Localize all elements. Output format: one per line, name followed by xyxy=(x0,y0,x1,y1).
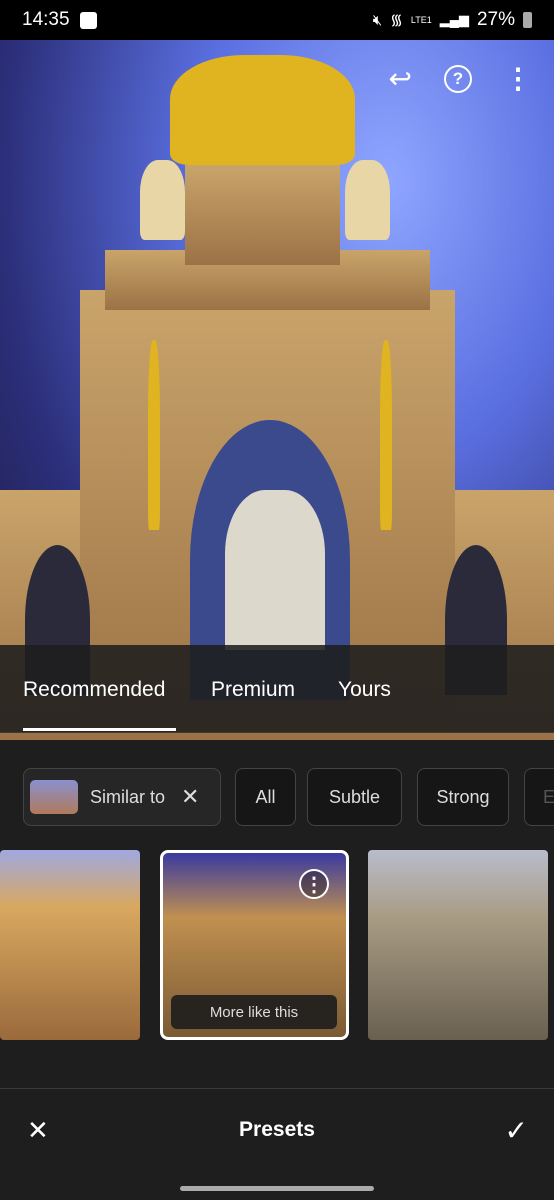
preset-thumbnail[interactable] xyxy=(0,850,140,1040)
status-time: 14:35 xyxy=(22,9,70,30)
active-tab-indicator xyxy=(23,728,176,731)
battery-icon xyxy=(523,12,532,28)
wifi-icon: ᯾ xyxy=(390,12,403,29)
status-bar: 14:35 🔇︎ ᯾ LTE1 ▂▄▆ 27% xyxy=(0,0,554,40)
chip-all[interactable]: All xyxy=(235,768,296,826)
more-options-icon[interactable]: ⋮ xyxy=(299,869,329,899)
similar-label: Similar to xyxy=(90,786,166,807)
close-icon[interactable]: ✕ xyxy=(181,784,199,810)
similar-thumbnail xyxy=(30,780,78,814)
more-vert-icon[interactable]: ⋮ xyxy=(504,62,532,95)
tab-premium[interactable]: Premium xyxy=(211,678,295,702)
battery-level: 27% xyxy=(476,9,515,30)
divider xyxy=(0,732,554,733)
similar-to-chip[interactable]: Similar to ✕ xyxy=(23,768,221,826)
check-icon[interactable]: ✓ xyxy=(505,1114,528,1147)
preset-thumbnail-selected[interactable]: ⋮ More like this xyxy=(160,850,349,1040)
chip-strong[interactable]: Strong xyxy=(417,768,509,826)
preset-thumbnail[interactable] xyxy=(368,850,548,1040)
preset-tabs: Recommended Premium Yours xyxy=(0,645,554,732)
network-label: LTE1 xyxy=(410,15,432,25)
gallery-icon xyxy=(79,11,97,29)
bottom-bar: ✕ Presets ✓ xyxy=(0,1090,554,1170)
tab-recommended[interactable]: Recommended xyxy=(23,678,165,702)
undo-icon[interactable]: ↩ xyxy=(389,62,412,95)
divider xyxy=(0,1088,554,1089)
presets-title: Presets xyxy=(239,1118,315,1141)
chip-partial[interactable]: E xyxy=(524,768,554,826)
close-icon[interactable]: ✕ xyxy=(27,1115,49,1146)
tab-yours[interactable]: Yours xyxy=(338,678,391,702)
home-indicator[interactable] xyxy=(180,1186,374,1191)
help-icon[interactable]: ? xyxy=(444,64,472,93)
mute-icon: 🔇︎ xyxy=(372,11,383,29)
photo-preview[interactable] xyxy=(0,40,554,740)
signal-icon: ▂▄▆ xyxy=(439,12,469,27)
more-like-this-tooltip[interactable]: More like this xyxy=(171,995,337,1029)
chip-subtle[interactable]: Subtle xyxy=(307,768,402,826)
